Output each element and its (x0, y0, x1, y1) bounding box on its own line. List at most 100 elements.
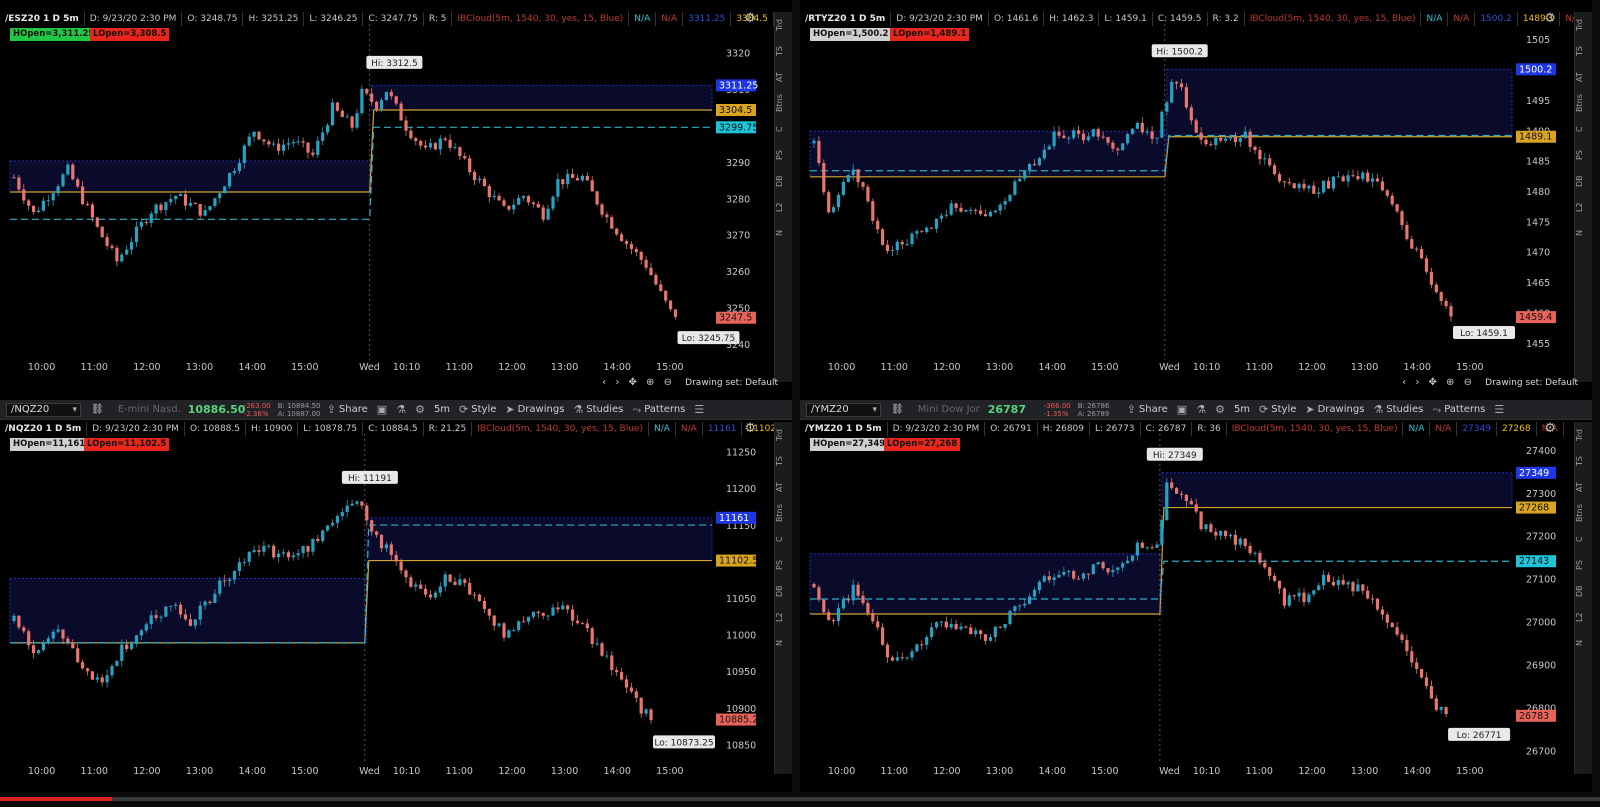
candle (1238, 137, 1242, 147)
candle (1023, 170, 1027, 182)
notes-button[interactable]: ▣ (1177, 403, 1187, 416)
side-tab[interactable]: L2 (1575, 194, 1584, 220)
patterns-button[interactable]: ⤳ Patterns (1432, 403, 1485, 417)
style-button[interactable]: ⟳ Style (459, 403, 496, 416)
side-tab[interactable]: Btns (1575, 500, 1584, 526)
candle (321, 529, 325, 544)
flask-button[interactable]: ⚗ (396, 403, 406, 416)
candlestick-chart[interactable]: Hi: 27349Lo: 267712670026800269002700027… (800, 420, 1575, 776)
candle (1326, 176, 1331, 189)
side-tab[interactable]: Trd (775, 12, 784, 38)
x-tick-label: 11:00 (81, 362, 108, 373)
notes-button[interactable]: ▣ (377, 403, 387, 416)
candle (76, 643, 80, 664)
candle (526, 194, 531, 206)
style-button[interactable]: ⟳ Style (1259, 403, 1296, 416)
candlestick-chart[interactable]: Hi: 11191 Lo: 10873.25 10850 10900 10950 1100… (0, 420, 775, 776)
x-tick-label: 15:00 (656, 362, 683, 373)
symbol-selector[interactable]: /NQZ20 (6, 402, 81, 417)
candle (1008, 194, 1012, 203)
side-tab[interactable]: C (1575, 116, 1584, 142)
side-tab[interactable]: Trd (775, 422, 784, 448)
x-tick-label: 15:00 (656, 766, 683, 776)
share-button[interactable]: ⇪ Share (327, 403, 368, 416)
side-tab[interactable]: PS (775, 552, 784, 578)
side-tab[interactable]: AT (1575, 64, 1584, 90)
side-tab[interactable]: L2 (775, 604, 784, 630)
candle (1361, 170, 1365, 182)
last-price: 26787 (987, 403, 1026, 416)
video-progress-bar[interactable] (0, 797, 1600, 801)
side-tab[interactable]: Trd (1575, 12, 1584, 38)
side-tab[interactable]: C (1575, 526, 1584, 552)
side-tab[interactable]: L2 (775, 194, 784, 220)
flask-button[interactable]: ⚗ (1196, 403, 1206, 416)
candle (1287, 177, 1291, 186)
candle (876, 615, 880, 631)
side-tab[interactable]: PS (775, 142, 784, 168)
candlestick-chart[interactable]: Hi: 1500.2Lo: 1459.114551460146514701475… (800, 10, 1575, 384)
candle (473, 169, 477, 186)
side-tab[interactable]: L2 (1575, 604, 1584, 630)
candle (1258, 550, 1262, 566)
candle (654, 272, 658, 286)
timeframe-button[interactable]: 5m (434, 404, 450, 415)
side-tab[interactable]: DB (1575, 168, 1584, 194)
side-tab[interactable]: AT (1575, 474, 1584, 500)
menu-button[interactable]: ☰ (694, 403, 704, 416)
symbol-selector[interactable]: /YMZ20 (806, 402, 881, 417)
studies-button[interactable]: ⚗ Studies (573, 403, 623, 416)
side-tab[interactable]: TS (775, 448, 784, 474)
side-tab[interactable]: TS (1575, 38, 1584, 64)
side-tab[interactable]: Btns (1575, 90, 1584, 116)
candle (428, 589, 433, 600)
side-tab[interactable]: C (775, 526, 784, 552)
patterns-button[interactable]: ⤳ Patterns (632, 403, 685, 417)
x-tick-label: 12:00 (1298, 362, 1325, 373)
drawing-set-label[interactable]: Drawing set: Default (685, 378, 778, 388)
candle (164, 605, 168, 618)
candle (296, 135, 300, 146)
gear-icon: ⚙ (415, 403, 425, 416)
drawing-set-label[interactable]: Drawing set: Default (1485, 378, 1578, 388)
side-tab[interactable]: DB (775, 578, 784, 604)
side-tab[interactable]: AT (775, 474, 784, 500)
side-tab[interactable]: N (1575, 220, 1584, 246)
drawings-button[interactable]: ➤ Drawings (505, 403, 564, 416)
candle (321, 127, 325, 146)
side-tab[interactable]: Btns (775, 500, 784, 526)
zoom-pan-icons[interactable]: ‹ › ✥ ⊕ ⊖ (1402, 377, 1475, 388)
side-tab[interactable]: TS (1575, 448, 1584, 474)
candle (183, 189, 188, 210)
side-tab[interactable]: N (775, 630, 784, 656)
side-tab[interactable]: N (775, 220, 784, 246)
side-tab[interactable]: Trd (1575, 422, 1584, 448)
side-tab[interactable]: TS (775, 38, 784, 64)
candle (1121, 143, 1125, 151)
candle (198, 203, 202, 219)
candlestick-chart[interactable]: Hi: 3312.5Lo: 3245.753240325032603270328… (0, 10, 775, 384)
candle (673, 309, 678, 320)
drawings-button[interactable]: ➤ Drawings (1305, 403, 1364, 416)
gear-icon: ⚙ (1215, 403, 1225, 416)
side-tab[interactable]: AT (775, 64, 784, 90)
side-tab[interactable]: C (775, 116, 784, 142)
link-icon[interactable]: ⛓ (91, 404, 104, 415)
candle (1380, 176, 1384, 192)
side-tab[interactable]: PS (1575, 142, 1584, 168)
candle (1248, 128, 1252, 153)
side-tab[interactable]: PS (1575, 552, 1584, 578)
side-tab[interactable]: N (1575, 630, 1584, 656)
zoom-pan-icons[interactable]: ‹ › ✥ ⊕ ⊖ (602, 377, 675, 388)
link-icon[interactable]: ⛓ (891, 404, 904, 415)
side-tab[interactable]: DB (775, 168, 784, 194)
candle (905, 656, 909, 661)
side-tab[interactable]: DB (1575, 578, 1584, 604)
settings-button[interactable]: ⚙ (1215, 403, 1225, 416)
timeframe-button[interactable]: 5m (1234, 404, 1250, 415)
studies-button[interactable]: ⚗ Studies (1373, 403, 1423, 416)
menu-button[interactable]: ☰ (1494, 403, 1504, 416)
settings-button[interactable]: ⚙ (415, 403, 425, 416)
side-tab[interactable]: Btns (775, 90, 784, 116)
share-button[interactable]: ⇪ Share (1127, 403, 1168, 416)
